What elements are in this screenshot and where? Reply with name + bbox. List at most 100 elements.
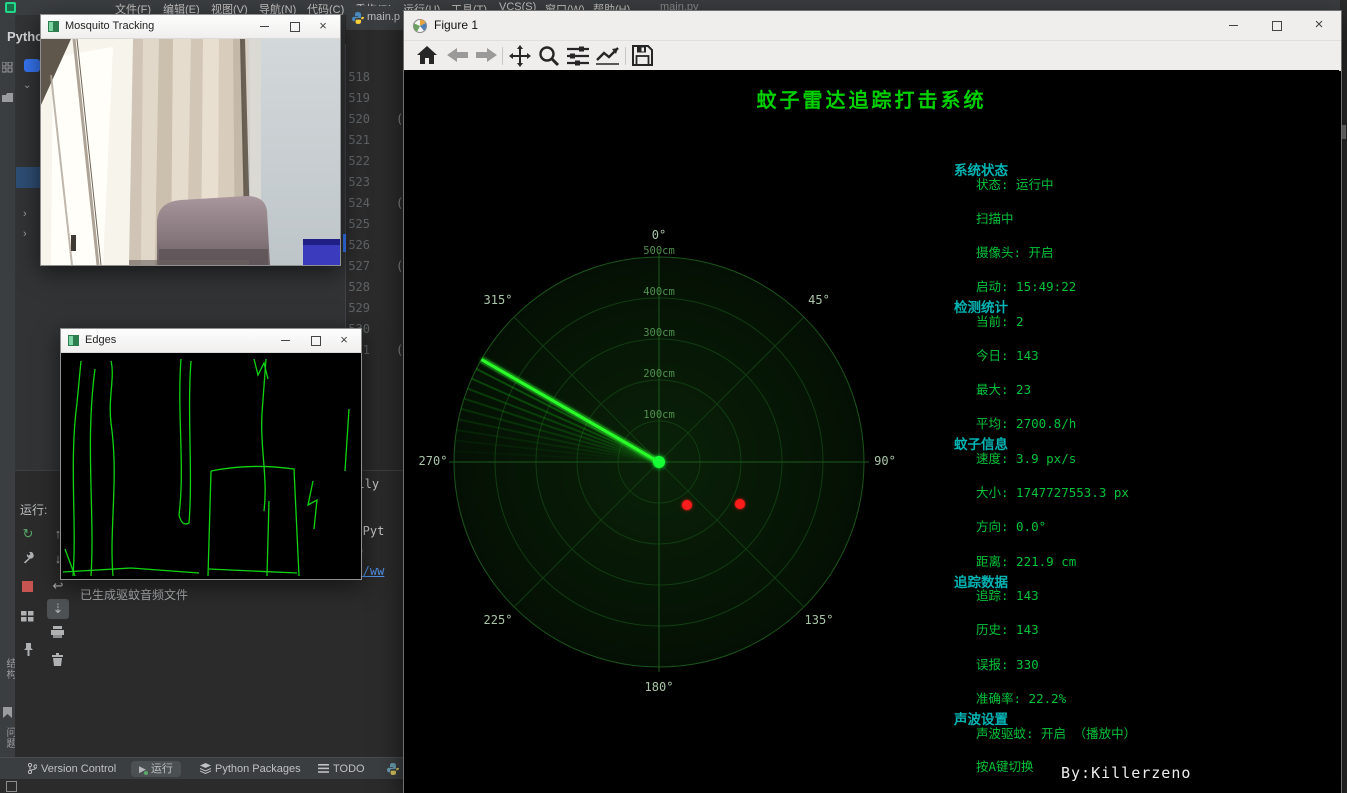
panel-item: 准确率: 22.2% (976, 691, 1067, 706)
line-number: 524 (348, 196, 370, 210)
opencv-window-icon (68, 335, 79, 346)
project-name[interactable]: Pytho (7, 29, 43, 44)
toolbar-separator (625, 47, 626, 65)
panel-item: 声波驱蚊: 开启 （播放中） (976, 726, 1137, 741)
rerun-icon[interactable]: ↻ (20, 526, 36, 542)
line-number: 518 (348, 70, 370, 84)
editor-tab[interactable]: main.p (346, 6, 404, 30)
line-number: 527 (348, 259, 370, 273)
chevron-down-icon[interactable]: ⌄ (23, 80, 31, 91)
project-view-chip[interactable] (24, 59, 40, 72)
tracking-titlebar[interactable]: Mosquito Tracking × (41, 15, 340, 39)
project-tool-icon[interactable] (2, 62, 13, 73)
restore-layout-icon[interactable] (6, 781, 17, 792)
maximize-button[interactable] (1263, 14, 1291, 37)
maximize-button[interactable] (281, 15, 309, 38)
configure-subplots-icon[interactable] (566, 45, 590, 67)
console-output-line: 已生成驱蚊音频文件 (80, 588, 189, 602)
edges-window-title: Edges (85, 334, 117, 346)
statusbar-run-tab[interactable]: ▶ 运行 (131, 761, 181, 777)
save-icon[interactable] (632, 45, 656, 67)
radar-plot: 100cm 200cm 300cm 400cm 500cm 0° 45° 90°… (419, 228, 896, 694)
svg-text:400cm: 400cm (643, 286, 675, 298)
close-button[interactable]: × (1305, 14, 1333, 37)
panel-item: 平均: 2700.8/h (976, 416, 1077, 431)
panel-item: 大小: 1747727553.3 px (976, 485, 1129, 500)
scroll-to-end-toggle[interactable]: ⇣ (47, 599, 69, 619)
svg-text:200cm: 200cm (643, 368, 675, 380)
layout-icon[interactable] (21, 611, 34, 622)
caret-line-marker (343, 234, 346, 252)
camera-feed (41, 38, 340, 266)
opencv-window-icon (48, 21, 59, 32)
run-tab-label: 运行 (150, 763, 173, 775)
line-number: 526 (348, 238, 370, 252)
statusbar-python-packages[interactable]: Python Packages (199, 761, 301, 777)
panel-item: 追踪: 143 (976, 588, 1039, 603)
svg-text:45°: 45° (808, 293, 830, 307)
back-icon[interactable] (446, 45, 470, 67)
home-icon[interactable] (416, 45, 440, 67)
print-icon[interactable] (51, 626, 64, 638)
edit-axes-icon[interactable] (595, 45, 619, 67)
edges-feed (61, 353, 361, 578)
credit-text: By:Killerzeno (1061, 764, 1192, 782)
editor-tab-label: main.p (367, 11, 401, 23)
line-number: 523 (348, 175, 370, 189)
scroll-to-end-icon: ⇣ (52, 601, 64, 616)
maximize-button[interactable] (302, 329, 330, 352)
line-number: 521 (348, 133, 370, 147)
tree-chevron-icon[interactable]: › (23, 208, 27, 220)
figure-titlebar[interactable]: Figure 1 × (404, 11, 1341, 41)
panel-item: 速度: 3.9 px/s (976, 451, 1077, 466)
trash-icon[interactable] (52, 653, 63, 666)
panel-item: 启动: 15:49:22 (976, 279, 1077, 294)
statusbar-todo[interactable]: TODO (318, 761, 365, 777)
svg-text:300cm: 300cm (643, 327, 675, 339)
matplotlib-icon (413, 19, 427, 33)
version-control-label: Version Control (41, 763, 117, 775)
panel-item: 摄像头: 开启 (976, 245, 1054, 260)
python-file-icon (352, 12, 364, 24)
tree-chevron-icon[interactable]: › (23, 228, 27, 240)
statusbar-version-control[interactable]: Version Control (27, 761, 117, 777)
svg-text:0°: 0° (652, 228, 666, 242)
zoom-icon[interactable] (538, 45, 562, 67)
branch-icon (27, 762, 38, 775)
minimize-button[interactable] (271, 329, 299, 352)
ide-statusbar: Version Control ▶ 运行 Python Packages TODO (0, 757, 403, 780)
close-button[interactable]: × (330, 329, 358, 352)
figure-window-title: Figure 1 (434, 18, 479, 32)
radar-center-dot (653, 456, 665, 468)
screen: 文件(F) 编辑(E) 视图(V) 导航(N) 代码(C) 重构(R) 运行(U… (0, 0, 1347, 793)
svg-text:135°: 135° (805, 613, 834, 627)
bookmark-icon[interactable] (3, 707, 12, 718)
edges-window: Edges × (60, 328, 362, 580)
svg-text:90°: 90° (874, 454, 896, 468)
svg-text:180°: 180° (645, 680, 674, 694)
panel-item: 当前: 2 (976, 314, 1024, 329)
run-label: 运行: (20, 503, 48, 517)
pan-icon[interactable] (509, 45, 533, 67)
toolbar-separator (502, 47, 503, 65)
radar-detection-dot (682, 500, 692, 510)
panel-item: 历史: 143 (976, 622, 1039, 637)
folder-icon[interactable] (2, 93, 13, 102)
stop-icon[interactable] (22, 581, 33, 592)
svg-text:315°: 315° (484, 293, 513, 307)
forward-icon[interactable] (474, 45, 498, 67)
pin-icon[interactable] (23, 643, 34, 656)
svg-text:225°: 225° (484, 613, 513, 627)
minimize-button[interactable] (250, 15, 278, 38)
panel-item: 距离: 221.9 cm (976, 554, 1077, 569)
minimize-button[interactable] (1219, 14, 1247, 37)
tracking-window-title: Mosquito Tracking (65, 20, 155, 32)
edges-titlebar[interactable]: Edges × (61, 329, 361, 353)
todo-label: TODO (333, 763, 365, 775)
close-button[interactable]: × (309, 15, 337, 38)
radar-detection-dot (735, 499, 745, 509)
radar-canvas: 蚊子雷达追踪打击系统 100cm 200cm 300cm 400cm 500cm… (404, 70, 1339, 792)
wrench-icon[interactable] (22, 551, 35, 564)
line-number: 528 (348, 280, 370, 294)
line-number: 520 (348, 112, 370, 126)
